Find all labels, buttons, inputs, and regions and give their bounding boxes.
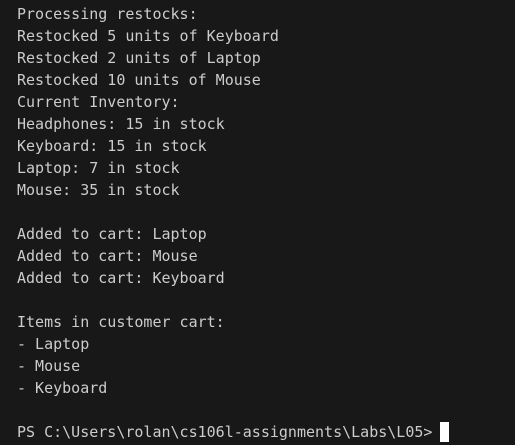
output-line: Laptop: 7 in stock [17,159,180,177]
text-cursor [440,422,450,442]
output-line: - Laptop [17,335,90,353]
output-line: - Mouse [17,357,81,375]
output-line: Current Inventory: [17,93,180,111]
output-line: Restocked 2 units of Laptop [17,49,261,67]
command-prompt[interactable]: PS C:\Users\rolan\cs106l-assignments\Lab… [17,421,515,443]
output-line: Added to cart: Keyboard [17,269,225,287]
output-line: Keyboard: 15 in stock [17,137,207,155]
output-line: Added to cart: Laptop [17,225,207,243]
output-line: Headphones: 15 in stock [17,115,225,133]
output-line: - Keyboard [17,379,108,397]
output-line: Restocked 10 units of Mouse [17,71,261,89]
output-line: Restocked 5 units of Keyboard [17,27,279,45]
output-line: Added to cart: Mouse [17,247,198,265]
terminal-panel[interactable]: Processing restocks: Restocked 5 units o… [0,0,515,445]
prompt-text: PS C:\Users\rolan\cs106l-assignments\Lab… [17,423,433,441]
output-line: Mouse: 35 in stock [17,181,180,199]
output-line: Processing restocks: [17,5,198,23]
output-line: Items in customer cart: [17,313,225,331]
